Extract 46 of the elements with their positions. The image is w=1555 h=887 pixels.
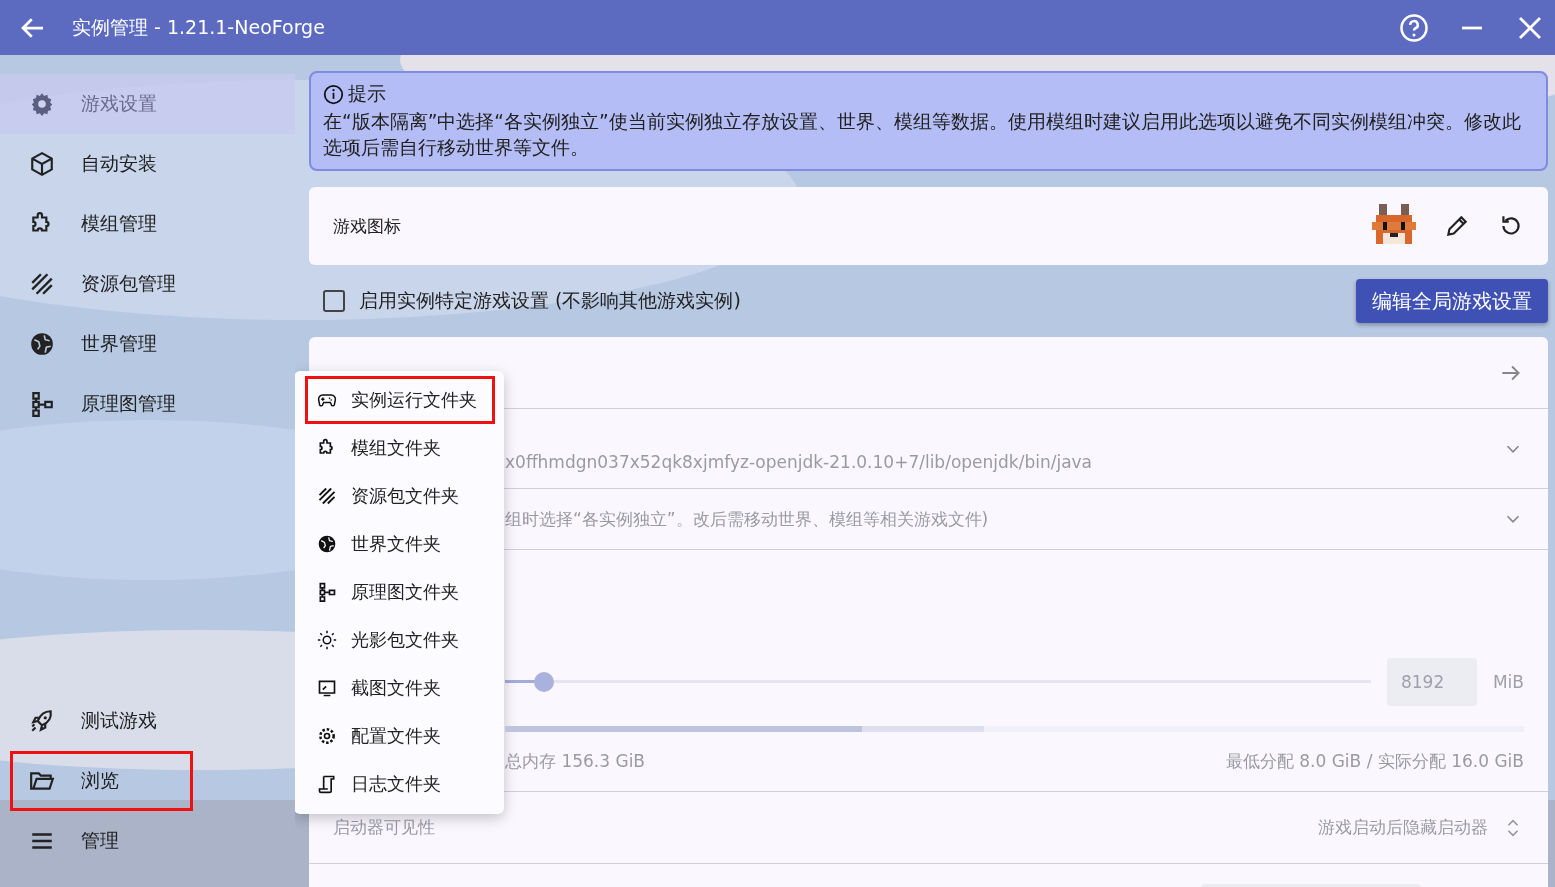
scroll-icon: [317, 774, 337, 794]
sidebar-item[interactable]: 管理: [0, 811, 295, 871]
gear-icon: [29, 91, 55, 117]
stripes-icon: [317, 486, 337, 506]
menu-item[interactable]: 配置文件夹: [295, 712, 504, 760]
menu-item[interactable]: 截图文件夹: [295, 664, 504, 712]
schema-icon: [317, 582, 337, 602]
sun-icon: [317, 630, 337, 650]
window-title: 实例管理 - 1.21.1-NeoForge: [72, 14, 325, 40]
sidebar-item[interactable]: 原理图管理: [0, 374, 295, 434]
monitor-icon: [317, 678, 337, 698]
info-icon: [323, 83, 344, 105]
edit-global-settings-button[interactable]: 编辑全局游戏设置: [1356, 279, 1548, 323]
java-path: x0ffhmdgn037x52qk8xjmfyz-openjdk-21.0.10+7/lib/openjdk/bin/java: [505, 451, 1093, 472]
setting-label: 启动器可见性: [333, 816, 435, 839]
checkbox-label: 启用实例特定游戏设置 (不影响其他游戏实例): [359, 288, 741, 313]
menu-item[interactable]: 资源包文件夹: [295, 472, 504, 520]
checkbox[interactable]: [323, 290, 345, 312]
tip-title: 提示: [348, 81, 386, 106]
gear-icon: [317, 726, 337, 746]
unit-label: MiB: [1492, 672, 1524, 692]
sidebar-item[interactable]: 世界管理: [0, 314, 295, 374]
total-memory: 总内存 156.3 GiB: [505, 750, 646, 773]
stripes-icon: [29, 271, 55, 297]
isolation-value: 组时选择“各实例独立”。改后需移动世界、模组等相关游戏文件): [505, 507, 989, 531]
rocket-icon: [29, 708, 55, 734]
schema-icon: [29, 391, 55, 417]
allocation-info: 最低分配 8.0 GiB / 实际分配 16.0 GiB: [1225, 750, 1524, 773]
pencil-icon[interactable]: [1444, 213, 1470, 239]
tip-text: 在“版本隔离”中选择“各实例独立”使当前实例独立存放设置、世界、模组等数据。使用模组时建议启用此选项以避免不同实例模组冲突。修改此选项后需自行移动世界等文件。: [323, 110, 1522, 160]
sidebar-item[interactable]: 测试游戏: [0, 691, 295, 751]
sidebar-item[interactable]: 资源包管理: [0, 254, 295, 314]
menu-item[interactable]: 日志文件夹: [295, 760, 504, 808]
sidebar-item[interactable]: 自动安装: [0, 134, 295, 194]
cube-icon: [29, 151, 55, 177]
menu-item[interactable]: 光影包文件夹: [295, 616, 504, 664]
menu-item[interactable]: 原理图文件夹: [295, 568, 504, 616]
menu-item[interactable]: 世界文件夹: [295, 520, 504, 568]
globe-icon: [29, 331, 55, 357]
globe-icon: [317, 534, 337, 554]
menu-item[interactable]: 实例运行文件夹: [305, 376, 495, 424]
sidebar-item[interactable]: 浏览: [10, 751, 193, 811]
menu-item[interactable]: 模组文件夹: [295, 424, 504, 472]
help-icon[interactable]: [1399, 12, 1429, 43]
setting-label: 游戏图标: [333, 214, 401, 238]
sidebar-item[interactable]: 模组管理: [0, 194, 295, 254]
